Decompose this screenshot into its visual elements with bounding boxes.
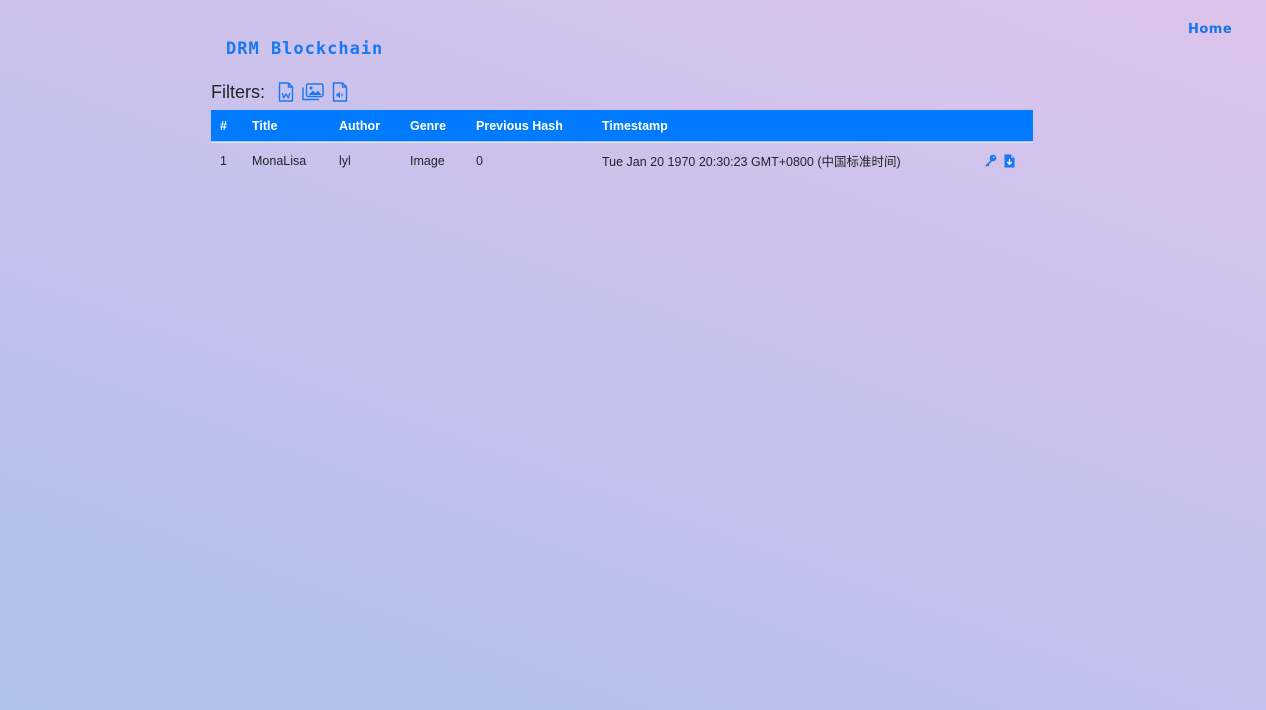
audio-file-icon[interactable]	[328, 80, 352, 104]
filters-label: Filters:	[211, 81, 265, 102]
cell-author: lyl	[339, 153, 351, 168]
nav-home-link[interactable]: Home	[1188, 22, 1232, 37]
column-header-genre: Genre	[410, 118, 447, 133]
cell-title: MonaLisa	[252, 153, 307, 168]
cell-actions	[964, 142, 1033, 178]
column-header-timestamp: Timestamp	[602, 118, 668, 133]
cell-timestamp: Tue Jan 20 1970 20:30:23 GMT+0800 (中国标准时…	[602, 155, 901, 169]
cell-genre: Image	[410, 153, 445, 168]
brand-logo[interactable]: DRM Blockchain	[226, 39, 383, 59]
column-header-index: #	[220, 118, 227, 133]
column-header-author: Author	[339, 118, 380, 133]
key-icon[interactable]	[984, 154, 997, 167]
table-header-row: # Title Author Genre Previous Hash Times…	[211, 110, 1033, 142]
word-document-icon[interactable]	[274, 80, 298, 104]
blocks-table-container: # Title Author Genre Previous Hash Times…	[211, 110, 1033, 178]
column-header-actions	[964, 110, 1033, 142]
images-icon[interactable]	[301, 80, 325, 104]
column-header-previous-hash: Previous Hash	[476, 118, 563, 133]
blocks-table: # Title Author Genre Previous Hash Times…	[211, 110, 1033, 178]
table-row: 1 MonaLisa lyl Image 0 Tue Jan 20 1970 2…	[211, 142, 1033, 178]
cell-previous-hash: 0	[476, 153, 483, 168]
cell-index: 1	[220, 153, 227, 168]
column-header-title: Title	[252, 118, 278, 133]
filters-bar: Filters:	[211, 80, 355, 104]
file-download-icon[interactable]	[1004, 154, 1015, 168]
